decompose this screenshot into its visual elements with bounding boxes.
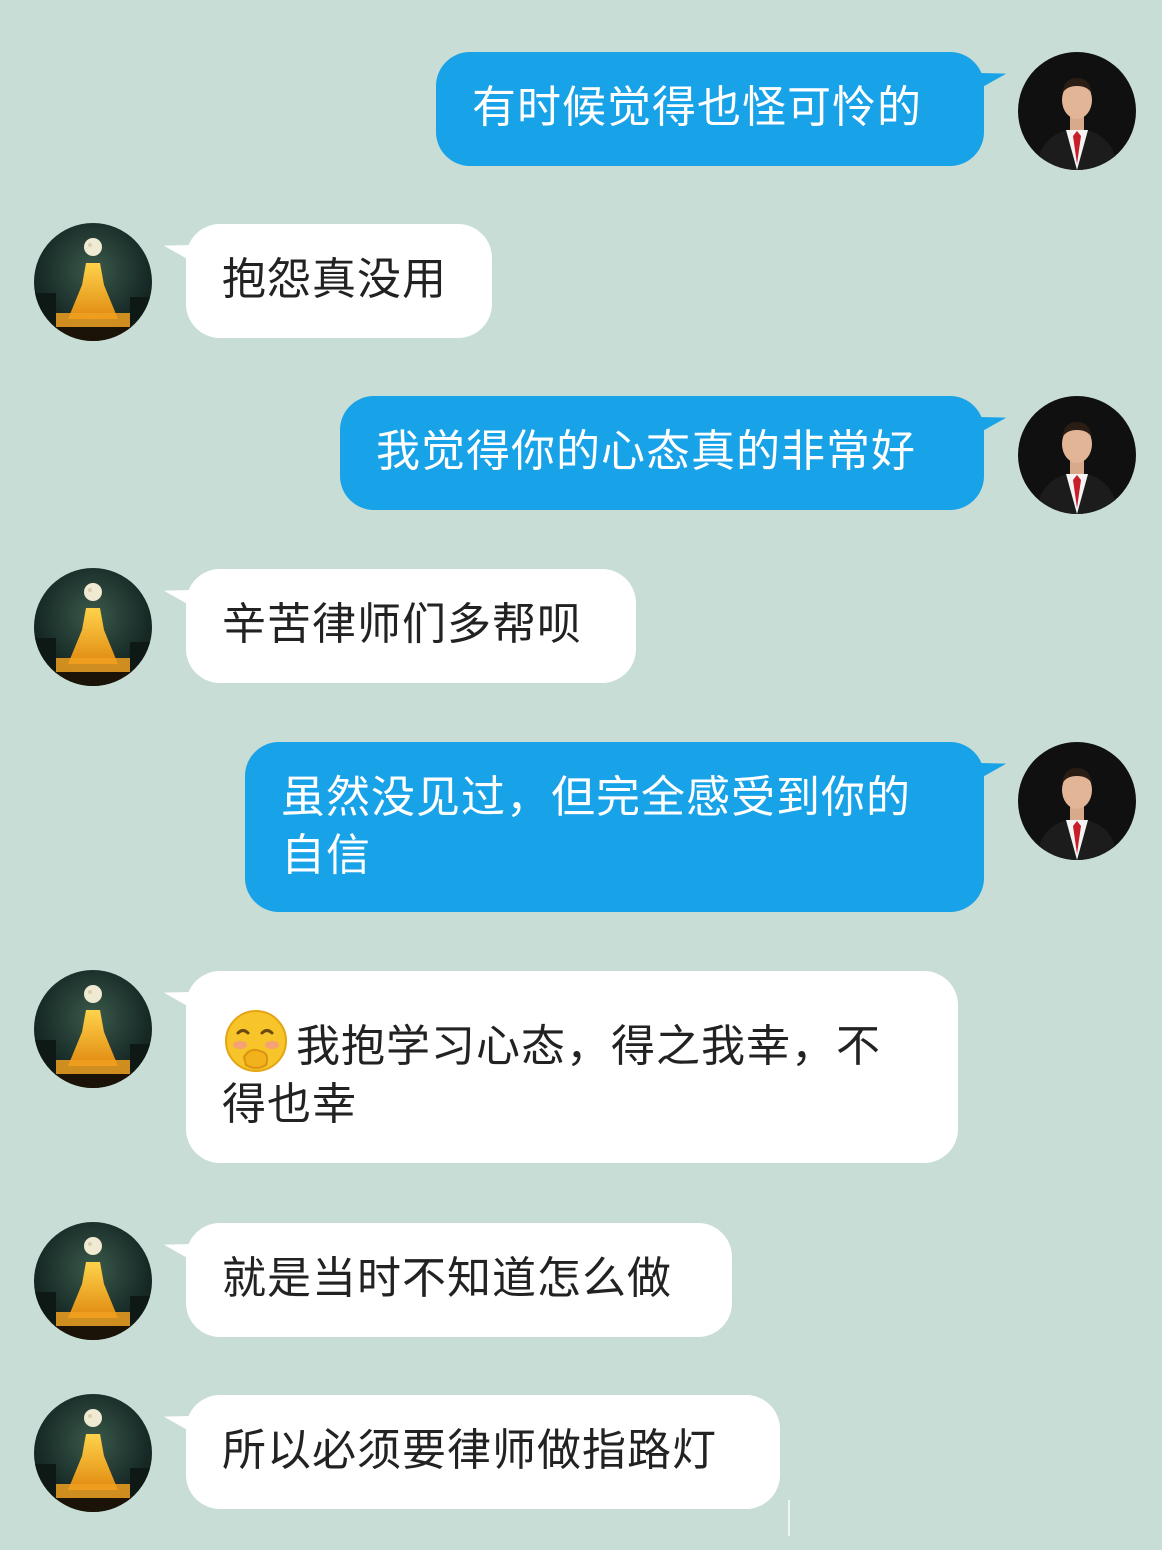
lawyer-portrait-avatar[interactable] — [1018, 742, 1136, 860]
message-text: 有时候觉得也怪可怜的 — [472, 82, 922, 133]
bubble-tail — [967, 60, 1009, 92]
night-tower-moon-avatar[interactable] — [34, 970, 152, 1088]
message-text: 我觉得你的心态真的非常好 — [376, 426, 916, 477]
message-bubble-outgoing[interactable]: 虽然没见过，但完全感受到你的自信 — [245, 742, 1009, 912]
message-text: 所以必须要律师做指路灯 — [222, 1425, 717, 1476]
message-bubble-incoming[interactable]: 抱怨真没用 — [161, 224, 492, 338]
message-bubble-incoming[interactable]: 就是当时不知道怎么做 — [161, 1223, 732, 1337]
bubble-tail — [967, 750, 1009, 782]
bubble-tail — [161, 979, 203, 1011]
night-tower-moon-avatar[interactable] — [34, 1394, 152, 1512]
scroll-indicator — [788, 1500, 790, 1536]
message-bubble-incoming[interactable]: 辛苦律师们多帮呗 — [161, 569, 636, 683]
message-bubble-incoming[interactable]: 所以必须要律师做指路灯 — [161, 1395, 780, 1509]
message-bubble-incoming[interactable]: 我抱学习心态，得之我幸，不得也幸 — [161, 971, 958, 1163]
bubble-tail — [161, 1403, 203, 1435]
night-tower-moon-avatar[interactable] — [34, 568, 152, 686]
bubble-tail — [161, 1231, 203, 1263]
night-tower-moon-avatar[interactable] — [34, 1222, 152, 1340]
lawyer-portrait-avatar[interactable] — [1018, 396, 1136, 514]
lawyer-portrait-avatar[interactable] — [1018, 52, 1136, 170]
night-tower-moon-avatar[interactable] — [34, 223, 152, 341]
bubble-tail — [161, 577, 203, 609]
message-text: 辛苦律师们多帮呗 — [222, 599, 582, 650]
message-text: 抱怨真没用 — [222, 254, 447, 305]
message-text: 虽然没见过，但完全感受到你的自信 — [281, 772, 911, 881]
bubble-tail — [967, 404, 1009, 436]
message-bubble-outgoing[interactable]: 我觉得你的心态真的非常好 — [340, 396, 1009, 510]
message-text: 我抱学习心态，得之我幸，不得也幸 — [222, 1021, 881, 1130]
chat-thread: 有时候觉得也怪可怜的 抱怨真没用 我觉得你的心态真的非常好 辛苦律师们多帮呗 虽… — [0, 0, 1162, 1550]
message-text: 就是当时不知道怎么做 — [222, 1253, 672, 1304]
shy-smile-emoji-icon — [222, 1007, 290, 1075]
bubble-tail — [161, 232, 203, 264]
message-bubble-outgoing[interactable]: 有时候觉得也怪可怜的 — [436, 52, 1009, 166]
